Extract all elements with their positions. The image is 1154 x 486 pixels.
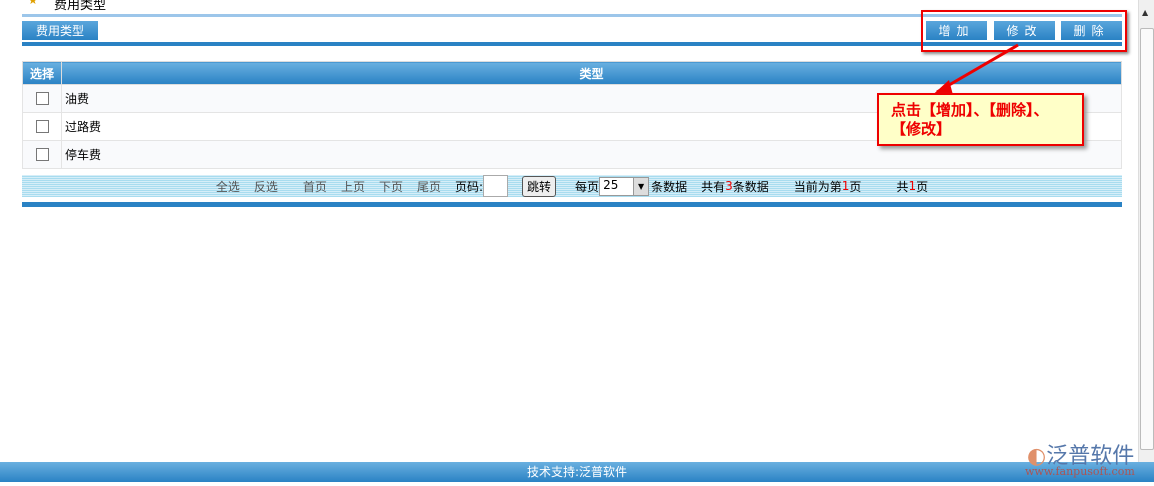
- pagination-bar: 全选 反选 首页 上页 下页 尾页 页码: 跳转 每页 25 ▼ 条数据 共有 3 条…: [22, 175, 1122, 197]
- callout-note: 点击【增加】、【删除】、【修改】: [877, 93, 1084, 146]
- row-checkbox[interactable]: [35, 120, 49, 133]
- page-count: 1: [908, 179, 917, 193]
- row-checkbox[interactable]: [35, 92, 49, 105]
- page-input[interactable]: [483, 175, 509, 197]
- header-select: 选择: [22, 61, 62, 85]
- tab-expense-type[interactable]: 费用类型: [22, 21, 98, 40]
- total-suffix: 条数据: [732, 179, 769, 194]
- select-all-link[interactable]: 全选: [216, 178, 240, 195]
- total-count: 3: [725, 179, 733, 193]
- per-page-label: 每页: [575, 179, 600, 194]
- row-checkbox[interactable]: [35, 148, 49, 161]
- logo-url: www.fanpusoft.com: [1025, 465, 1135, 478]
- divider: [22, 202, 1122, 207]
- chevron-down-icon: ▼: [633, 177, 649, 195]
- current-page: 1: [841, 179, 850, 193]
- per-page-value: 25: [603, 177, 619, 192]
- pages-prefix: 共: [896, 179, 909, 194]
- current-prefix: 当前为第: [793, 179, 842, 194]
- per-page-suffix: 条数据: [651, 179, 688, 194]
- footer: 技术支持:泛普软件: [0, 462, 1154, 482]
- invert-selection-link[interactable]: 反选: [254, 178, 278, 195]
- jump-button[interactable]: 跳转: [522, 175, 557, 197]
- star-icon: ★: [28, 0, 38, 7]
- current-suffix: 页: [849, 179, 862, 194]
- scroll-up-icon[interactable]: ▲: [1142, 8, 1148, 17]
- total-prefix: 共有: [701, 179, 726, 194]
- first-page-link[interactable]: 首页: [303, 178, 327, 195]
- page-title: 费用类型: [54, 0, 107, 13]
- page-label: 页码:: [454, 179, 484, 194]
- last-page-link[interactable]: 尾页: [417, 178, 441, 195]
- pages-suffix: 页: [916, 179, 929, 194]
- next-page-link[interactable]: 下页: [379, 178, 403, 195]
- scrollbar-thumb[interactable]: [1140, 28, 1154, 450]
- prev-page-link[interactable]: 上页: [341, 178, 365, 195]
- per-page-select[interactable]: 25 ▼: [599, 176, 650, 196]
